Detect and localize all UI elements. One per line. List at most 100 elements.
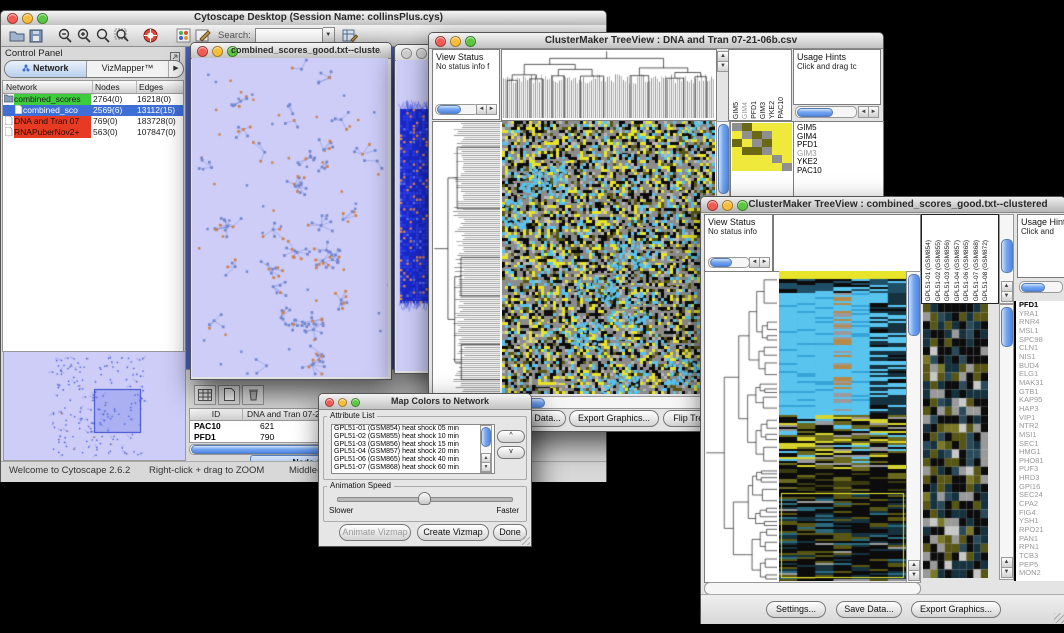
new-attribute-icon[interactable]: [218, 385, 240, 405]
close-button[interactable]: [707, 200, 718, 211]
attribute-list-vscrollbar[interactable]: ▲ ▼: [480, 425, 492, 473]
network-view-canvas[interactable]: [192, 58, 388, 377]
scroll-down-icon[interactable]: ▼: [481, 462, 491, 472]
heatmap-hscrollbar[interactable]: [502, 396, 717, 409]
usage-hints-hscrollbar[interactable]: [795, 106, 857, 118]
settings-button[interactable]: Settings...: [766, 601, 826, 618]
minimize-button[interactable]: [22, 13, 33, 24]
column-label[interactable]: GPL51-07 (GSM868): [972, 240, 982, 301]
column-label[interactable]: GPL51-03 (GSM856): [943, 240, 953, 301]
row-dendrogram-canvas[interactable]: [433, 122, 500, 393]
zoom-fit-icon[interactable]: [112, 27, 131, 45]
save-data-button[interactable]: Save Data...: [836, 601, 902, 618]
attribute-table-icon[interactable]: [194, 385, 216, 405]
help-lifebuoy-icon[interactable]: [141, 27, 160, 45]
attribute-list-item[interactable]: GPL51-07 (GSM868) heat shock 60 min: [334, 464, 494, 472]
column-label[interactable]: GIM4: [741, 102, 750, 119]
main-titlebar[interactable]: Cytoscape Desktop (Session Name: collins…: [1, 11, 606, 26]
column-label[interactable]: GIM5: [732, 102, 741, 119]
tab-vizmapper[interactable]: VizMapper™: [87, 61, 168, 77]
scroll-right-icon[interactable]: ►: [486, 104, 497, 115]
treeview2-titlebar[interactable]: ClusterMaker TreeView : combined_scores_…: [701, 197, 1064, 213]
animation-speed-slider-thumb[interactable]: [418, 492, 431, 505]
minimize-button[interactable]: [416, 48, 427, 59]
zoom-out-icon[interactable]: [55, 27, 74, 45]
close-button[interactable]: [197, 46, 208, 57]
search-input[interactable]: [255, 28, 323, 43]
row-dendrogram-canvas[interactable]: [705, 272, 777, 580]
scroll-down-icon[interactable]: ▼: [1001, 291, 1013, 302]
column-label[interactable]: GPL51-08 (GSM872): [981, 240, 991, 301]
column-label[interactable]: PAC10: [777, 97, 786, 119]
dialog-titlebar[interactable]: Map Colors to Network: [319, 394, 531, 410]
zoom-heatmap-canvas[interactable]: [923, 304, 988, 578]
usage-hints-text: Click and: [1018, 227, 1064, 236]
export-graphics-button[interactable]: Export Graphics...: [911, 601, 1001, 618]
usage-hints-hscrollbar[interactable]: [1019, 281, 1063, 293]
open-file-icon[interactable]: [7, 27, 26, 45]
scroll-right-icon[interactable]: ►: [759, 257, 770, 268]
tab-overflow-arrow[interactable]: ▶: [168, 61, 183, 77]
save-icon[interactable]: [26, 27, 45, 45]
view-status-hscrollbar[interactable]: [708, 257, 750, 268]
column-label[interactable]: GPL51-06 (GSM865): [962, 240, 972, 301]
heatmap-vscrollbar[interactable]: ▲ ▼: [906, 271, 921, 583]
minimize-button[interactable]: [212, 46, 223, 57]
column-labels-vscrollbar[interactable]: ▲ ▼: [999, 214, 1014, 304]
view-status-hscrollbar[interactable]: [435, 104, 479, 115]
column-label[interactable]: GPL51-02 (GSM855): [934, 240, 944, 301]
matrix-cell: [772, 139, 782, 147]
move-down-button[interactable]: v: [497, 446, 525, 459]
heatmap-canvas[interactable]: [502, 121, 715, 394]
animate-vizmap-button[interactable]: Animate Vizmap: [339, 524, 411, 541]
column-label[interactable]: GIM3: [759, 102, 768, 119]
column-label[interactable]: GPL51-01 (GSM854): [924, 240, 934, 301]
network-row[interactable]: combined_scores 2764(0) 16218(0): [3, 94, 183, 105]
vizmapper-nodes-icon[interactable]: [174, 27, 193, 45]
scroll-right-icon[interactable]: ►: [868, 106, 879, 118]
attribute-list-item[interactable]: GPL51-04 (GSM857) heat shock 20 min: [334, 448, 494, 456]
zoom-actual-icon[interactable]: [93, 27, 112, 45]
zoom-heatmap-vscrollbar[interactable]: ▲ ▼: [999, 304, 1014, 580]
close-button[interactable]: [325, 398, 334, 407]
network-overview-canvas[interactable]: [3, 351, 186, 461]
close-button[interactable]: [401, 48, 412, 59]
column-label[interactable]: GPL51-04 (GSM857): [953, 240, 963, 301]
scroll-down-icon[interactable]: ▼: [908, 570, 920, 581]
attribute-list-item[interactable]: GPL51-06 (GSM865) heat shock 40 min: [334, 456, 494, 464]
move-up-button[interactable]: ^: [497, 430, 525, 443]
column-label[interactable]: PFD1: [750, 101, 759, 119]
animation-speed-label: Animation Speed: [327, 481, 394, 490]
minimize-button[interactable]: [722, 200, 733, 211]
tab-network[interactable]: Network: [5, 61, 87, 77]
zoom-in-icon[interactable]: [74, 27, 93, 45]
create-vizmap-button[interactable]: Create Vizmap: [417, 524, 489, 541]
resize-grip[interactable]: [1054, 613, 1064, 623]
resize-grip[interactable]: [520, 535, 530, 545]
column-label[interactable]: YKE2: [768, 101, 777, 119]
treeview1-titlebar[interactable]: ClusterMaker TreeView : DNA and Tran 07-…: [429, 33, 883, 49]
minimize-button[interactable]: [338, 398, 347, 407]
close-button[interactable]: [7, 13, 18, 24]
gene-label[interactable]: MON2: [1019, 569, 1064, 578]
minimize-button[interactable]: [450, 36, 461, 47]
attribute-list-item[interactable]: GPL51-02 (GSM855) heat shock 10 min: [334, 433, 494, 441]
attribute-list-item[interactable]: GPL51-01 (GSM854) heat shock 05 min: [334, 425, 494, 433]
gene-label[interactable]: PAC10: [797, 167, 883, 176]
network-row-selected[interactable]: combined_sco 2569(6) 13112(15): [3, 105, 183, 116]
network-list-header[interactable]: Network Nodes Edges: [3, 81, 183, 94]
close-button[interactable]: [435, 36, 446, 47]
column-dendrogram-panel: [773, 214, 921, 272]
column-header-id[interactable]: ID: [190, 409, 243, 420]
column-dendrogram-canvas[interactable]: [502, 50, 714, 118]
correlation-matrix[interactable]: [732, 123, 792, 171]
network-row[interactable]: DNA and Tran 07 769(0) 183728(0): [3, 116, 183, 127]
heatmap-canvas[interactable]: [779, 271, 906, 581]
network-row[interactable]: RNAPuberNov2+ 563(0) 107847(0): [3, 127, 183, 138]
scroll-down-icon[interactable]: ▼: [1001, 567, 1013, 578]
matrix-cell: [752, 147, 762, 155]
network-view-titlebar[interactable]: combined_scores_good.txt--cluste...: [191, 43, 391, 59]
delete-attribute-trash-icon[interactable]: [242, 385, 264, 405]
attribute-list-item[interactable]: GPL51-03 (GSM856) heat shock 15 min: [334, 441, 494, 449]
export-graphics-button[interactable]: Export Graphics...: [569, 410, 659, 427]
